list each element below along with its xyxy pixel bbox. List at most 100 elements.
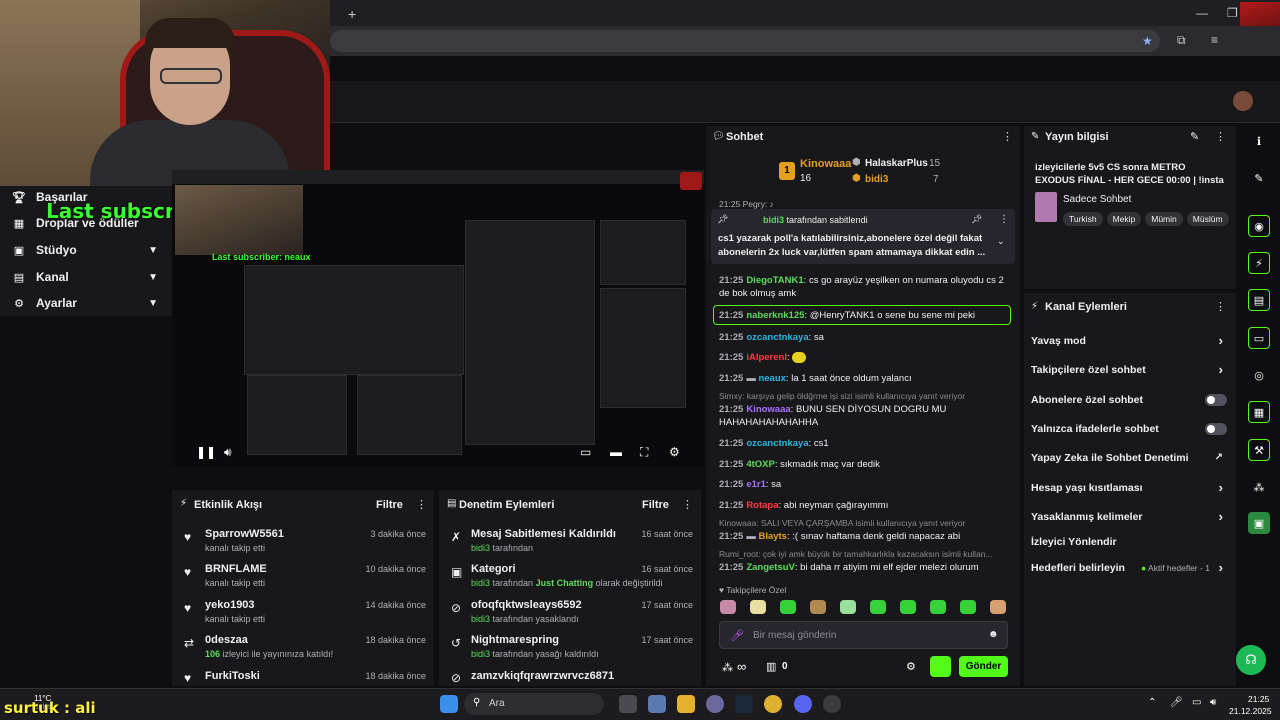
avatar[interactable] — [1233, 91, 1253, 111]
wrench-icon[interactable]: ⚒ — [1248, 439, 1270, 461]
task-view-icon[interactable] — [619, 695, 637, 713]
pip-icon[interactable]: ▭ — [580, 445, 591, 459]
emote-icon[interactable] — [720, 600, 736, 614]
action-account-age[interactable]: Hesap yaşı kısıtlaması › — [1031, 480, 1227, 495]
nav-item-studio[interactable]: ▣ Stüdyo ▼ — [12, 243, 162, 257]
more-icon[interactable]: ⋮ — [1215, 300, 1226, 313]
points-icon[interactable]: ⁂ — [722, 661, 733, 674]
chat-username[interactable]: ozcanctnkaya — [746, 438, 808, 449]
emote-picker-icon[interactable] — [930, 656, 951, 677]
microphone-icon[interactable]: 🎤︎ — [730, 629, 744, 642]
moderation-filter-button[interactable]: Filtre — [642, 499, 669, 511]
more-icon[interactable]: ⋮ — [999, 214, 1009, 225]
volume-icon[interactable]: 🔊︎ — [1210, 697, 1216, 708]
emote-icon[interactable] — [810, 600, 826, 614]
mod-actor[interactable]: bidi3 — [471, 614, 490, 624]
leader-third-name[interactable]: bidi3 — [865, 174, 888, 185]
calculator-icon[interactable] — [648, 695, 666, 713]
taskbar-search[interactable]: ⚲ Ara — [464, 693, 604, 715]
more-icon[interactable]: ⋮ — [1002, 130, 1013, 143]
reply-context[interactable]: Kinowaaa: SALI VEYA ÇARŞAMBA isimli kull… — [719, 518, 1009, 528]
emote-icon[interactable] — [750, 600, 766, 614]
windows-start-icon[interactable] — [440, 695, 458, 713]
chat-username[interactable]: Blayts — [758, 531, 787, 542]
send-button[interactable]: Gönder — [959, 656, 1008, 677]
pencil-icon[interactable]: ✎ — [1248, 167, 1270, 189]
mod-actor[interactable]: bidi3 — [471, 578, 490, 588]
chat-username[interactable]: ozcanctnkaya — [746, 332, 808, 343]
more-icon[interactable]: ⋮ — [682, 498, 693, 511]
chat-username[interactable]: DiegoTANK1 — [746, 275, 803, 286]
moderation-icon[interactable]: ▦ — [1248, 401, 1270, 423]
more-icon[interactable]: ⋮ — [1215, 130, 1226, 143]
gear-icon[interactable]: ⚙ — [906, 660, 916, 673]
menu-icon[interactable]: ≡ — [1211, 33, 1218, 47]
chat-username[interactable]: e1r1 — [746, 479, 766, 490]
nav-item-settings[interactable]: ⚙ Ayarlar ▼ — [12, 296, 162, 310]
activity-filter-button[interactable]: Filtre — [376, 499, 403, 511]
obs-icon[interactable] — [823, 695, 841, 713]
activity-name[interactable]: BRNFLAME — [205, 563, 267, 575]
chat-username[interactable]: naberknk125 — [746, 310, 804, 321]
mod-actor[interactable]: bidi3 — [471, 543, 490, 553]
chat-username[interactable]: Rotapa — [746, 500, 778, 511]
points-icon[interactable]: ⁂ — [1248, 476, 1270, 498]
unpin-icon[interactable]: 📌︎ — [971, 214, 982, 225]
mod-actor[interactable]: bidi3 — [471, 649, 490, 659]
chat-username[interactable]: iAlperenl — [746, 352, 787, 363]
emote-icon[interactable] — [870, 600, 886, 614]
drops-icon[interactable]: ▥ — [766, 660, 776, 673]
tag[interactable]: Turkish — [1063, 212, 1103, 226]
network-icon[interactable]: ▭ — [1192, 697, 1201, 708]
chat-username[interactable]: 4tOXP — [746, 459, 775, 470]
tag[interactable]: Müslüm — [1186, 212, 1229, 226]
discord-icon[interactable] — [794, 695, 812, 713]
broadcast-icon[interactable]: ◎ — [1248, 364, 1270, 386]
subscribers-only-toggle[interactable] — [1205, 394, 1227, 406]
chrome-icon[interactable] — [764, 695, 782, 713]
minimize-button[interactable]: — — [1196, 6, 1208, 20]
microphone-icon[interactable]: 🎤︎ — [1170, 697, 1183, 708]
chevron-up-icon[interactable]: ⌃ — [1148, 697, 1156, 708]
action-goals[interactable]: Hedefleri belirleyin ● Aktif hedefler - 1… — [1031, 560, 1227, 575]
emoji-icon[interactable]: ☻ — [988, 629, 999, 640]
pencil-icon[interactable]: ✎ — [1190, 130, 1199, 143]
pause-icon[interactable]: ❚❚ — [196, 445, 216, 459]
category-name[interactable]: Sadece Sohbet — [1063, 194, 1131, 205]
nav-item-channel[interactable]: ▤ Kanal ▼ — [12, 270, 162, 284]
category-thumbnail[interactable] — [1035, 192, 1057, 222]
bookmark-star-icon[interactable]: ★ — [1142, 34, 1153, 48]
theatre-icon[interactable]: ▬ — [610, 445, 622, 459]
support-headset-icon[interactable]: ☊ — [1236, 645, 1266, 675]
leader-second-name[interactable]: HalaskarPlus — [865, 158, 928, 169]
more-icon[interactable]: ⋮ — [416, 498, 427, 511]
lightning-icon[interactable]: ⚡︎ — [1248, 252, 1270, 274]
camera-icon[interactable]: ◉ — [1248, 215, 1270, 237]
emotes-only-toggle[interactable] — [1205, 423, 1227, 435]
action-raid[interactable]: İzleyici Yönlendir — [1031, 536, 1227, 548]
reply-context[interactable]: Simxy: karşıya gelip öldğrme işi sizi is… — [719, 391, 1009, 401]
extensions-icon[interactable]: ⧉ — [1177, 33, 1186, 48]
action-ai-moderation[interactable]: Yapay Zeka ile Sohbet Denetimi ↗ — [1031, 452, 1227, 464]
document-icon[interactable]: ▤ — [1248, 289, 1270, 311]
emote-icon[interactable] — [840, 600, 856, 614]
fullscreen-icon[interactable]: ⛶ — [640, 445, 648, 460]
leader-first-name[interactable]: Kinowaaa — [800, 158, 851, 170]
game-icon[interactable]: ▣ — [1248, 512, 1270, 534]
activity-name[interactable]: FurkiToski — [205, 670, 260, 682]
emote-icon[interactable] — [990, 600, 1006, 614]
reply-context[interactable]: Rumi_root: çok iyi amk büyük bir tamahka… — [719, 549, 1009, 559]
activity-name[interactable]: yeko1903 — [205, 599, 255, 611]
tag[interactable]: Mekip — [1106, 212, 1142, 226]
pinned-by[interactable]: bidi3 — [763, 215, 784, 225]
chat-input[interactable]: 🎤︎ Bir mesaj gönderin ☻ — [719, 621, 1008, 649]
stream-preview[interactable]: Last subscriber: neaux — [172, 170, 704, 466]
activity-name[interactable]: 0deszaa — [205, 634, 248, 646]
maximize-button[interactable]: ❐ — [1227, 6, 1238, 20]
chat-username[interactable]: Kinowaaa — [746, 404, 790, 415]
gear-icon[interactable]: ⚙ — [669, 445, 680, 459]
chat-username[interactable]: neaux — [758, 373, 785, 384]
emote-icon[interactable] — [900, 600, 916, 614]
app-icon[interactable] — [706, 695, 724, 713]
info-icon[interactable]: ℹ — [1248, 130, 1270, 152]
